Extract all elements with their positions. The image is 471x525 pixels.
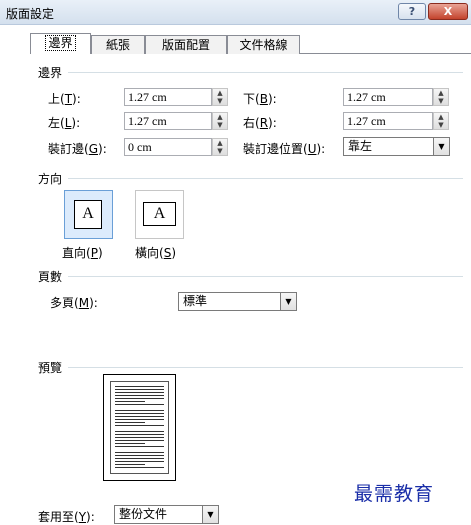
- preview-text-line: [115, 434, 164, 435]
- preview-text-line: [115, 398, 164, 399]
- top-margin-input[interactable]: 1.27 cm: [124, 88, 212, 106]
- preview-text-line: [115, 422, 145, 423]
- gutter-position-value: 靠左: [348, 139, 373, 153]
- gutter-input[interactable]: 0 cm: [124, 138, 212, 156]
- page-preview: [103, 374, 176, 481]
- preview-text-line: [115, 389, 164, 390]
- preview-text-line: [115, 455, 164, 456]
- preview-text-line: [115, 413, 164, 414]
- apply-to-select[interactable]: 整份文件 ▼: [114, 505, 219, 524]
- bottom-margin-spinner[interactable]: ▲ ▼: [433, 88, 449, 106]
- preview-text-line: [115, 416, 164, 417]
- preview-text-line: [115, 419, 164, 420]
- watermark-text: 最需教育: [354, 483, 435, 505]
- page-preview-text-area: [110, 381, 169, 474]
- portrait-button[interactable]: A: [64, 190, 113, 239]
- tab-label: 邊界: [45, 35, 76, 51]
- section-divider: [68, 276, 463, 277]
- landscape-label: 橫向(S): [135, 246, 177, 260]
- tab-margins[interactable]: 邊界: [30, 33, 91, 54]
- portrait-label: 直向(P): [62, 246, 103, 260]
- preview-text-line: [115, 392, 164, 393]
- preview-text-line: [115, 458, 164, 459]
- tab-layout[interactable]: 版面配置: [145, 35, 227, 54]
- landscape-page-icon: A: [143, 202, 176, 226]
- preview-text-line: [115, 431, 164, 432]
- chevron-down-icon[interactable]: ▼: [280, 293, 296, 310]
- tab-paper[interactable]: 紙張: [91, 35, 145, 54]
- section-divider: [68, 367, 463, 368]
- preview-text-line: [115, 443, 145, 444]
- gutter-label: 裝訂邊(G):: [48, 142, 107, 156]
- left-margin-spinner[interactable]: ▲ ▼: [212, 112, 228, 130]
- help-button[interactable]: ?: [398, 3, 426, 20]
- title-bar: 版面設定 ? X: [0, 0, 471, 25]
- multiple-pages-label: 多頁(M):: [50, 296, 98, 310]
- window-title: 版面設定: [6, 7, 55, 21]
- landscape-button[interactable]: A: [135, 190, 184, 239]
- apply-to-value: 整份文件: [119, 507, 168, 521]
- bottom-margin-label: 下(B):: [243, 92, 277, 106]
- preview-text-line: [115, 410, 164, 411]
- multiple-pages-value: 標準: [183, 294, 208, 308]
- orientation-section-title: 方向: [38, 172, 63, 186]
- top-margin-spinner[interactable]: ▲ ▼: [212, 88, 228, 106]
- close-icon: X: [443, 5, 453, 18]
- gutter-spinner[interactable]: ▲ ▼: [212, 138, 228, 156]
- preview-text-line: [115, 395, 164, 396]
- preview-text-line: [115, 425, 164, 426]
- left-margin-label: 左(L):: [48, 116, 81, 130]
- preview-text-line: [115, 461, 164, 462]
- section-divider: [68, 72, 463, 73]
- preview-text-line: [115, 404, 164, 405]
- preview-text-line: [115, 437, 164, 438]
- bottom-margin-input[interactable]: 1.27 cm: [343, 88, 433, 106]
- preview-text-line: [115, 401, 145, 402]
- preview-text-line: [115, 440, 164, 441]
- gutter-position-label: 裝訂邊位置(U):: [243, 142, 326, 156]
- right-margin-input[interactable]: 1.27 cm: [343, 112, 433, 130]
- portrait-page-icon: A: [74, 200, 102, 229]
- preview-text-line: [115, 452, 164, 453]
- pages-section-title: 頁數: [38, 270, 63, 284]
- top-margin-label: 上(T):: [48, 92, 81, 106]
- chevron-down-icon[interactable]: ▼: [202, 506, 218, 523]
- right-margin-spinner[interactable]: ▲ ▼: [433, 112, 449, 130]
- tab-document-grid[interactable]: 文件格線: [227, 35, 300, 54]
- preview-section-title: 預覽: [38, 361, 63, 375]
- preview-text-line: [115, 464, 145, 465]
- preview-text-line: [115, 386, 164, 387]
- preview-text-line: [115, 446, 164, 447]
- preview-text-line: [115, 467, 164, 468]
- gutter-position-select[interactable]: 靠左 ▼: [343, 137, 450, 156]
- close-button[interactable]: X: [428, 3, 468, 20]
- section-divider: [68, 178, 463, 179]
- apply-to-label: 套用至(Y):: [38, 510, 95, 524]
- right-margin-label: 右(R):: [243, 116, 277, 130]
- margins-section-title: 邊界: [38, 66, 63, 80]
- left-margin-input[interactable]: 1.27 cm: [124, 112, 212, 130]
- chevron-down-icon[interactable]: ▼: [433, 138, 449, 155]
- multiple-pages-select[interactable]: 標準 ▼: [178, 292, 297, 311]
